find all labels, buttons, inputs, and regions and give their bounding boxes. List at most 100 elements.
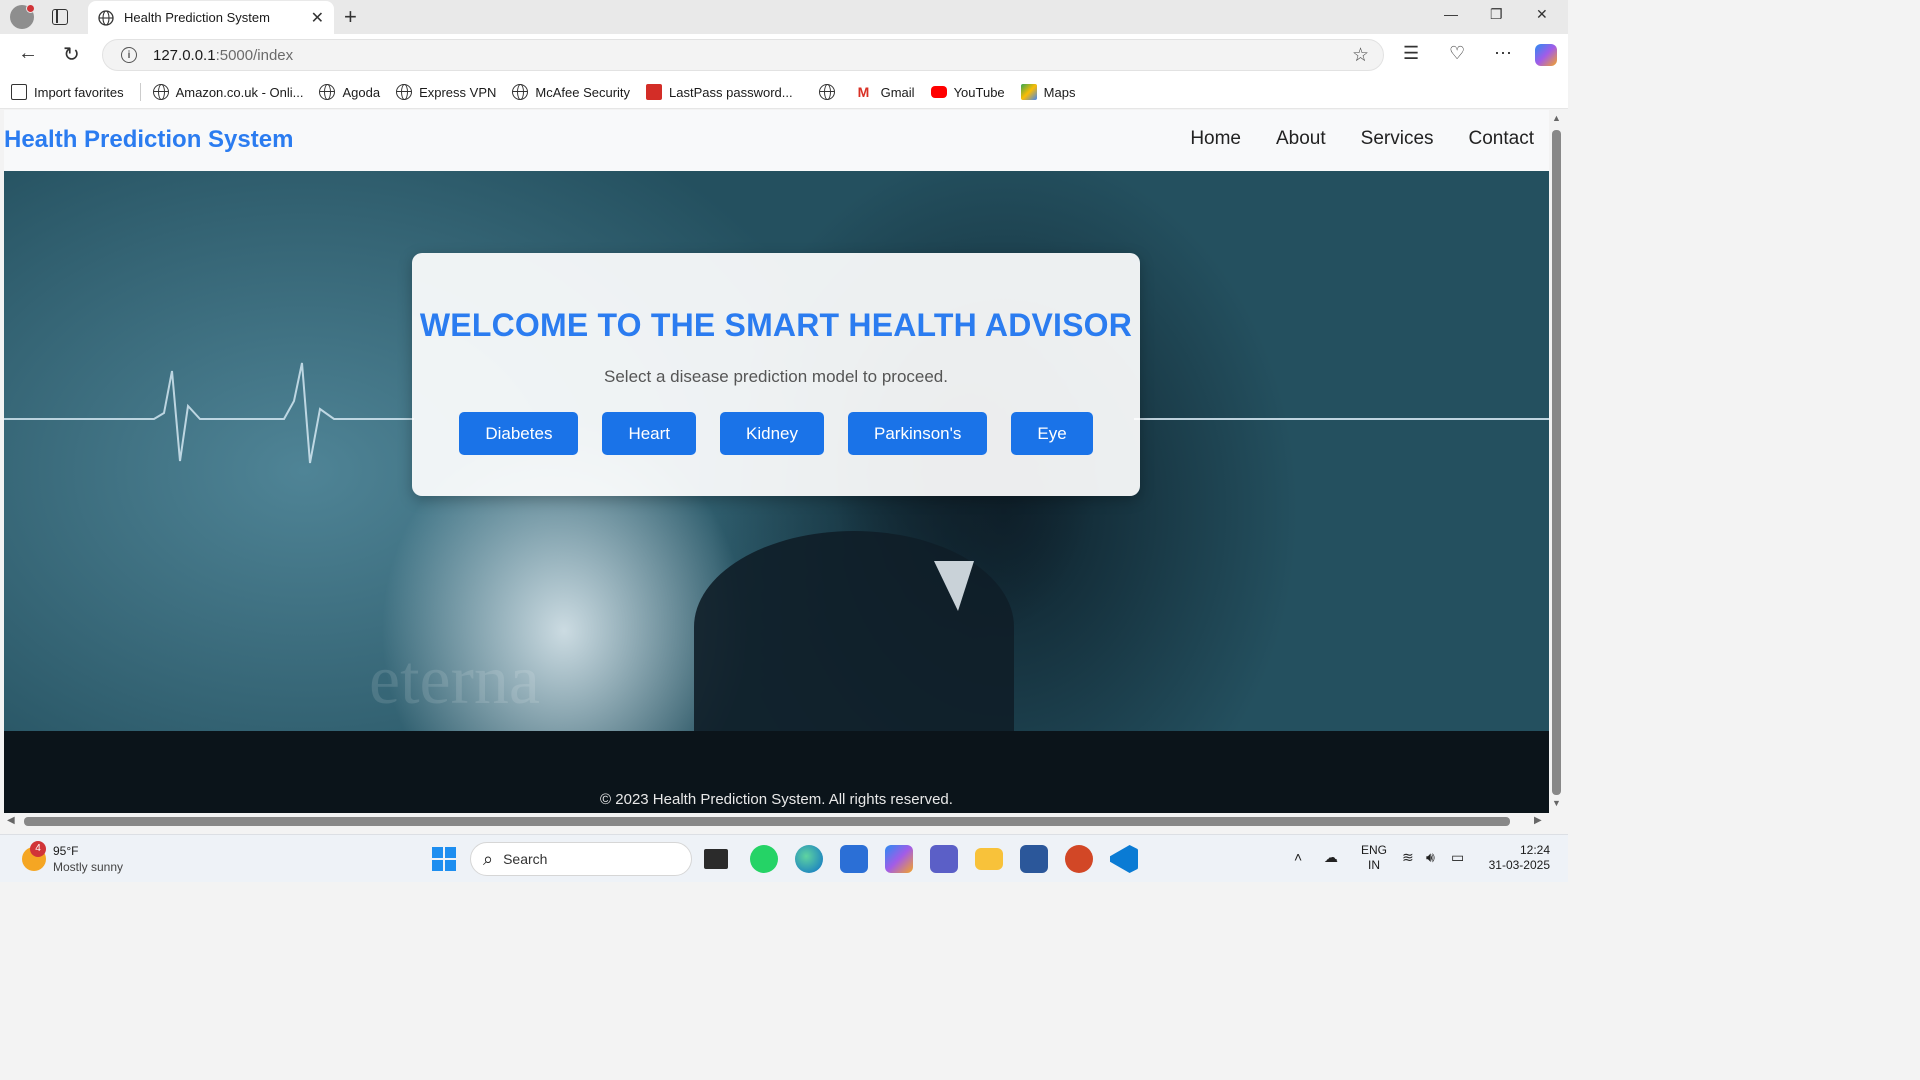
word-icon[interactable] (1020, 845, 1048, 873)
heart-button[interactable]: Heart (602, 412, 697, 455)
file-explorer-icon[interactable] (975, 848, 1003, 870)
favorite-lastpass[interactable]: LastPass password... (646, 84, 793, 100)
vscode-icon[interactable] (1110, 845, 1138, 873)
restore-icon[interactable]: ❐ (1490, 6, 1503, 23)
page-viewport: Health Prediction System Home About Serv… (4, 110, 1549, 813)
globe-icon (98, 9, 114, 26)
eye-button[interactable]: Eye (1011, 412, 1093, 455)
task-view-icon[interactable] (704, 849, 728, 869)
globe-icon (818, 84, 835, 100)
windows-taskbar: 4 95°F Mostly sunny ⌕ Search ˄ ☁ ENG IN … (0, 834, 1568, 882)
clock-time: 12:24 (1519, 843, 1550, 857)
store-icon[interactable] (840, 845, 868, 873)
chevron-up-icon[interactable]: ˄ (1294, 849, 1302, 865)
tab-actions-icon[interactable] (52, 9, 68, 25)
notification-badge: 4 (30, 841, 46, 857)
vertical-scrollbar[interactable]: ▲ ▼ (1549, 110, 1568, 813)
nav-contact[interactable]: Contact (1469, 128, 1534, 150)
favorite-globe[interactable] (818, 84, 842, 100)
weather-desc: Mostly sunny (53, 860, 124, 874)
volume-icon[interactable]: 🔊︎ (1426, 849, 1435, 866)
language-indicator[interactable]: ENG IN (1361, 843, 1387, 873)
new-tab-icon[interactable]: + (344, 4, 357, 30)
minimize-icon[interactable]: — (1444, 6, 1458, 22)
close-tab-icon[interactable]: ✕ (311, 8, 324, 28)
globe-icon (152, 84, 169, 100)
onedrive-icon[interactable]: ☁ (1324, 849, 1338, 866)
favorite-maps[interactable]: Maps (1020, 84, 1075, 100)
hero-section: eterna WELCOME TO THE SMART HEALTH ADVIS… (4, 171, 1549, 731)
favorite-gmail[interactable]: M Gmail (858, 84, 915, 100)
profile-avatar-icon[interactable] (10, 4, 35, 29)
teams-icon[interactable] (930, 845, 958, 873)
footer-copyright: © 2023 Health Prediction System. All rig… (600, 791, 953, 808)
youtube-icon (930, 86, 947, 98)
favorite-express-vpn[interactable]: Express VPN (396, 84, 496, 100)
scroll-up-icon[interactable]: ▲ (1552, 113, 1561, 123)
wifi-icon[interactable]: ≋ (1402, 849, 1414, 866)
gmail-icon: M (857, 84, 870, 100)
battery-icon[interactable]: ▭ (1451, 849, 1464, 866)
powerpoint-icon[interactable] (1065, 845, 1093, 873)
more-options-icon[interactable]: ⋯ (1494, 43, 1512, 64)
back-icon[interactable]: ← (18, 42, 38, 65)
globe-icon (512, 84, 529, 100)
scroll-right-icon[interactable]: ▶ (1534, 815, 1542, 826)
favorites-divider (139, 83, 141, 101)
close-window-icon[interactable]: ✕ (1536, 6, 1548, 23)
nav-home[interactable]: Home (1190, 128, 1241, 150)
favorites-bar: Import favorites Amazon.co.uk - Onli... … (0, 76, 1568, 109)
edge-icon[interactable] (795, 845, 823, 873)
lastpass-icon (646, 84, 663, 100)
favorite-mcafee[interactable]: McAfee Security (512, 84, 630, 100)
favorite-star-icon[interactable]: ☆ (1352, 44, 1369, 67)
model-button-row: Diabetes Heart Kidney Parkinson's Eye (412, 412, 1140, 455)
background-watermark: eterna (369, 642, 540, 719)
tab-title: Health Prediction System (124, 10, 270, 25)
start-icon[interactable] (432, 847, 456, 871)
favorites-icon[interactable]: ☰ (1403, 43, 1419, 64)
favorite-agoda[interactable]: Agoda (319, 84, 380, 100)
search-icon: ⌕ (483, 848, 494, 869)
favorite-import-favorites[interactable]: Import favorites (11, 84, 124, 100)
weather-temp: 95°F (53, 844, 79, 858)
site-brand-link[interactable]: Health Prediction System (4, 126, 293, 154)
clock[interactable]: 12:24 31-03-2025 (1484, 843, 1550, 873)
favorite-youtube[interactable]: YouTube (930, 85, 1005, 100)
kidney-button[interactable]: Kidney (720, 412, 825, 455)
copilot-icon[interactable] (1535, 44, 1557, 66)
import-icon (11, 84, 27, 100)
url-text: 127.0.0.1:5000/index (153, 46, 294, 64)
clock-date: 31-03-2025 (1488, 858, 1550, 872)
horizontal-scrollbar[interactable]: ◀ ▶ (4, 813, 1549, 830)
nav-about[interactable]: About (1276, 128, 1326, 150)
copilot-app-icon[interactable] (885, 845, 913, 873)
browser-toolbar: ← ↻ i 127.0.0.1:5000/index ☆ ☰ ♡ ⋯ (0, 34, 1568, 76)
welcome-card: WELCOME TO THE SMART HEALTH ADVISOR Sele… (412, 253, 1140, 496)
site-info-icon[interactable]: i (121, 47, 137, 63)
weather-widget[interactable]: 4 95°F Mostly sunny (22, 841, 124, 875)
taskbar-search[interactable]: ⌕ Search (470, 842, 692, 876)
horizontal-scroll-thumb[interactable] (24, 817, 1510, 826)
welcome-title: WELCOME TO THE SMART HEALTH ADVISOR (419, 307, 1133, 343)
site-nav: Home About Services Contact (1155, 128, 1534, 150)
sun-icon: 4 (22, 841, 46, 871)
refresh-icon[interactable]: ↻ (63, 42, 80, 67)
nav-services[interactable]: Services (1361, 128, 1434, 150)
address-bar[interactable]: i 127.0.0.1:5000/index ☆ (102, 39, 1384, 71)
globe-icon (396, 84, 413, 100)
whatsapp-icon[interactable] (750, 845, 778, 873)
scroll-down-icon[interactable]: ▼ (1552, 798, 1561, 808)
browser-title-bar: Health Prediction System ✕ + — ❐ ✕ (0, 0, 1568, 34)
parkinsons-button[interactable]: Parkinson's (848, 412, 988, 455)
globe-icon (319, 84, 336, 100)
diabetes-button[interactable]: Diabetes (459, 412, 579, 455)
browser-tab[interactable]: Health Prediction System ✕ (88, 1, 334, 34)
scroll-left-icon[interactable]: ◀ (7, 815, 15, 826)
favorite-amazon[interactable]: Amazon.co.uk - Onli... (152, 84, 303, 100)
search-label: Search (503, 851, 548, 867)
vertical-scroll-thumb[interactable] (1552, 130, 1561, 795)
browser-essentials-icon[interactable]: ♡ (1449, 43, 1465, 64)
site-header: Health Prediction System Home About Serv… (4, 110, 1549, 171)
welcome-subtitle: Select a disease prediction model to pro… (604, 367, 948, 386)
